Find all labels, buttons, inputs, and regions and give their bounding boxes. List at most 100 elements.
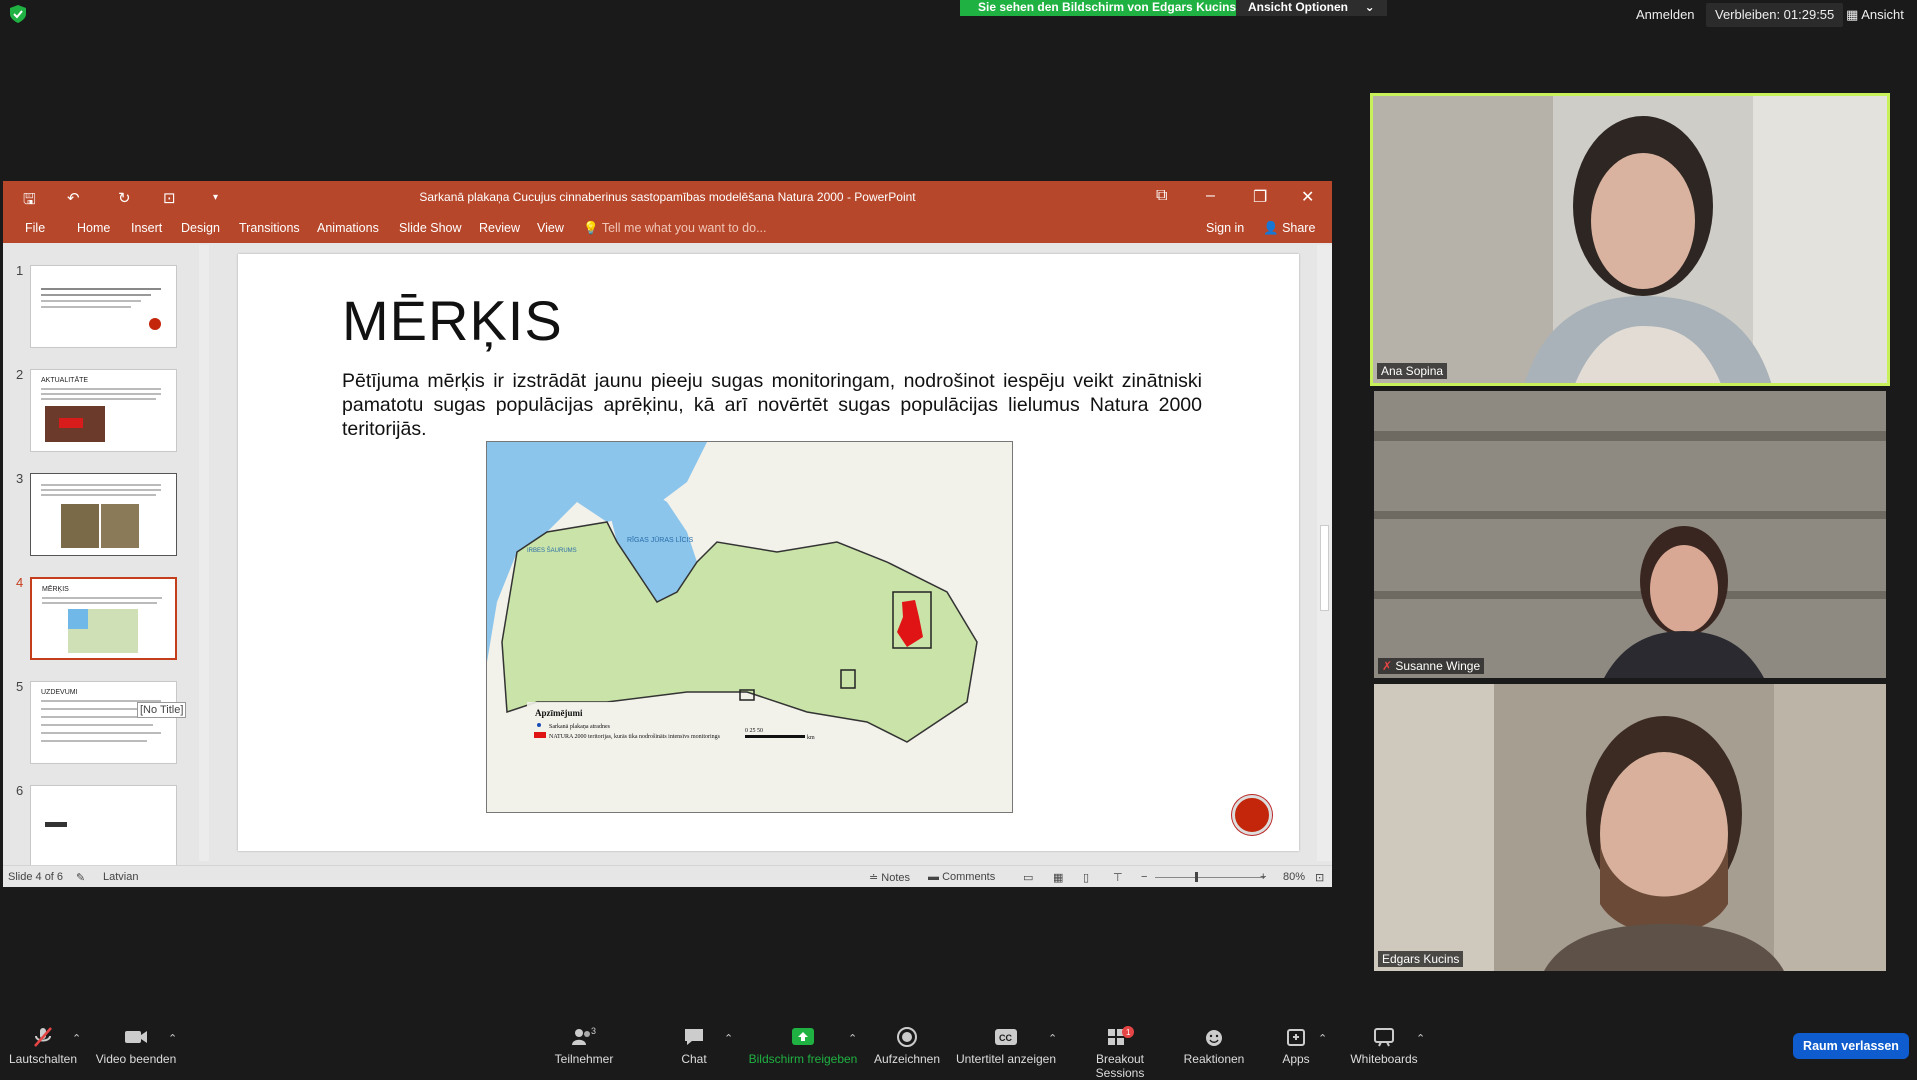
slide-thumbnail-3[interactable] <box>30 473 177 556</box>
spellcheck-icon[interactable]: ✎ <box>76 871 85 884</box>
video-feed <box>1374 391 1886 678</box>
participant-name-row: ✗ Susanne Winge <box>1378 658 1485 674</box>
language-indicator[interactable]: Latvian <box>103 871 138 883</box>
tab-slide-show[interactable]: Slide Show <box>399 221 462 235</box>
restore-icon[interactable]: ❐ <box>1253 187 1267 207</box>
slide-sorter-icon[interactable]: ▦ <box>1053 871 1063 884</box>
mute-button[interactable]: Lautschalten <box>8 1026 78 1066</box>
view-button-label: Ansicht <box>1861 7 1904 22</box>
tab-file[interactable]: File <box>25 221 45 235</box>
comments-label: Comments <box>942 871 996 883</box>
sign-in-link[interactable]: Sign in <box>1206 221 1244 235</box>
ppt-window-title: Sarkanā plakaņa Cucujus cinnaberinus sas… <box>419 190 916 204</box>
university-logo-icon <box>1232 795 1272 835</box>
tab-design[interactable]: Design <box>181 221 220 235</box>
show-subtitles-label: Untertitel anzeigen <box>955 1052 1057 1066</box>
mute-label: Lautschalten <box>8 1052 78 1066</box>
tab-transitions[interactable]: Transitions <box>239 221 300 235</box>
video-options-caret[interactable]: ⌃ <box>168 1032 177 1045</box>
reactions-button[interactable]: Reaktionen <box>1182 1026 1246 1066</box>
tab-insert[interactable]: Insert <box>131 221 162 235</box>
tab-view[interactable]: View <box>537 221 564 235</box>
zoom-meeting-toolbar: Lautschalten ⌃ Video beenden ⌃ 3 Teilneh… <box>0 1014 1917 1080</box>
latvia-map-image[interactable]: Apzīmējumi Sarkanā plakaņa atradnes NATU… <box>486 441 1013 813</box>
slide-thumbnail-2[interactable]: AKTUALITĀTE <box>30 369 177 452</box>
chevron-down-icon: ⌄ <box>1351 0 1375 14</box>
mute-options-caret[interactable]: ⌃ <box>72 1032 81 1045</box>
share-banner: Sie sehen den Bildschirm von Edgars Kuci… <box>960 0 1255 16</box>
comments-button[interactable]: ▬ Comments <box>928 871 995 883</box>
apps-label: Apps <box>1282 1052 1310 1066</box>
share-button[interactable]: 👤 Share <box>1263 221 1315 236</box>
reading-view-icon[interactable]: ▯ <box>1083 871 1089 884</box>
video-camera-icon <box>125 1031 147 1043</box>
breakout-sessions-label: Breakout Sessions <box>1095 1052 1145 1080</box>
encryption-shield-icon[interactable] <box>10 5 26 23</box>
person-icon: 👤 <box>1263 221 1279 235</box>
share-label: Share <box>1282 221 1316 235</box>
whiteboards-button[interactable]: Whiteboards <box>1348 1026 1420 1066</box>
smiley-icon <box>1206 1030 1222 1046</box>
current-slide[interactable]: MĒRĶIS Pētījuma mērķis ir izstrādāt jaun… <box>238 254 1299 851</box>
whiteboards-options-caret[interactable]: ⌃ <box>1416 1032 1425 1045</box>
breakout-sessions-button[interactable]: 1 Breakout Sessions <box>1070 1026 1170 1080</box>
participants-label: Teilnehmer <box>554 1052 614 1066</box>
tab-review[interactable]: Review <box>479 221 520 235</box>
slideshow-view-icon[interactable]: ⊤ <box>1113 871 1123 884</box>
zoom-in-icon[interactable]: + <box>1260 871 1266 883</box>
chat-button[interactable]: Chat <box>674 1026 714 1066</box>
chat-options-caret[interactable]: ⌃ <box>724 1032 733 1045</box>
map-scale-unit: km <box>807 735 815 741</box>
zoom-out-icon[interactable]: − <box>1141 871 1147 883</box>
ribbon-display-icon[interactable]: ⧉ <box>1156 187 1167 205</box>
slide-scrollbar[interactable] <box>1317 245 1332 861</box>
slide-title[interactable]: MĒRĶIS <box>342 288 563 353</box>
slide-thumbnail-5[interactable]: UZDEVUMI <box>30 681 177 764</box>
show-subtitles-button[interactable]: CC Untertitel anzeigen <box>954 1026 1058 1066</box>
view-options-label: Ansicht Optionen <box>1248 0 1348 14</box>
slide-counter: Slide 4 of 6 <box>8 871 64 883</box>
scrollbar-thumb[interactable] <box>1320 525 1329 611</box>
view-button[interactable]: ▦ Ansicht <box>1846 7 1904 23</box>
tell-me-box[interactable]: 💡 Tell me what you want to do... <box>583 221 767 236</box>
zoom-slider-handle[interactable] <box>1195 872 1198 882</box>
chat-bubble-icon <box>685 1029 703 1045</box>
participant-video-2[interactable]: ✗ Susanne Winge <box>1374 391 1886 678</box>
apps-options-caret[interactable]: ⌃ <box>1318 1032 1327 1045</box>
stop-video-button[interactable]: Video beenden <box>94 1026 178 1066</box>
share-screen-button[interactable]: Bildschirm freigeben <box>744 1026 862 1066</box>
minimize-icon[interactable]: – <box>1206 187 1215 205</box>
participant-video-3[interactable]: Edgars Kucins <box>1374 684 1886 971</box>
notes-button[interactable]: ≐ Notes <box>869 871 910 884</box>
apps-button[interactable]: Apps <box>1278 1026 1314 1066</box>
whiteboard-icon <box>1374 1028 1394 1047</box>
slide-thumbnail-4[interactable]: MĒRĶIS <box>30 577 177 660</box>
tab-animations[interactable]: Animations <box>317 221 379 235</box>
slide-body-text[interactable]: Pētījuma mērķis ir izstrādāt jaunu pieej… <box>342 369 1202 441</box>
tab-home[interactable]: Home <box>77 221 110 235</box>
thumb-title: MĒRĶIS <box>42 586 69 593</box>
ppt-title-bar: 🖫 ↶ ↻ ⊡ ▾ Sarkanā plakaņa Cucujus cinnab… <box>3 181 1332 213</box>
slide-thumbnail-1[interactable] <box>30 265 177 348</box>
login-link[interactable]: Anmelden <box>1636 7 1695 22</box>
view-options-button[interactable]: Ansicht Optionen ⌄ <box>1236 0 1387 16</box>
video-feed <box>1373 96 1887 383</box>
participant-name: Susanne Winge <box>1395 659 1481 673</box>
participants-button[interactable]: 3 Teilnehmer <box>552 1026 616 1066</box>
participant-video-1[interactable]: Ana Sopina <box>1370 93 1890 386</box>
muted-mic-icon: ✗ <box>1382 659 1393 673</box>
leave-room-button[interactable]: Raum verlassen <box>1793 1033 1909 1059</box>
thumb-title: AKTUALITĀTE <box>41 377 89 384</box>
zoom-level[interactable]: 80% <box>1283 871 1305 883</box>
zoom-slider[interactable] <box>1155 872 1265 882</box>
thumbnails-scrollbar[interactable] <box>199 245 209 861</box>
participant-name: Edgars Kucins <box>1378 951 1464 967</box>
record-button[interactable]: Aufzeichnen <box>872 1026 942 1066</box>
subtitles-options-caret[interactable]: ⌃ <box>1048 1032 1057 1045</box>
stop-video-label: Video beenden <box>95 1052 177 1066</box>
close-icon[interactable]: ✕ <box>1301 187 1314 207</box>
share-options-caret[interactable]: ⌃ <box>848 1032 857 1045</box>
fit-slide-icon[interactable]: ⊡ <box>1315 871 1324 884</box>
slide-thumbnail-6[interactable] <box>30 785 177 868</box>
normal-view-icon[interactable]: ▭ <box>1023 871 1033 884</box>
